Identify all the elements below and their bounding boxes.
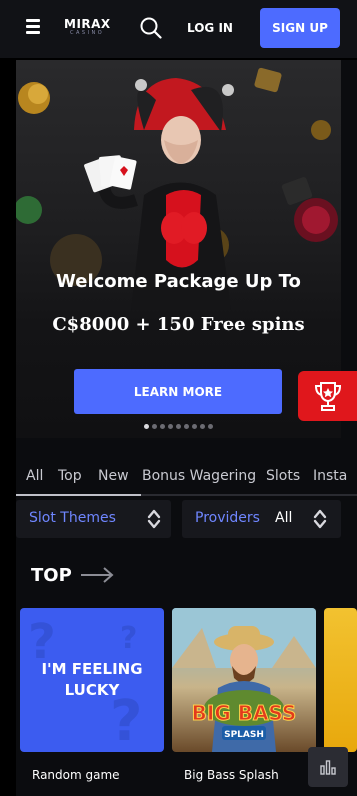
tabs-scroll-thumb[interactable]	[16, 494, 141, 496]
game-tile-partial[interactable]	[324, 608, 357, 752]
carousel-dot[interactable]	[200, 424, 205, 429]
tab-all[interactable]: All	[26, 468, 43, 484]
providers-value: All	[275, 510, 293, 526]
big-bass-artwork: BIG BASS SPLASH	[172, 608, 316, 752]
tournaments-tab[interactable]	[298, 371, 357, 421]
promo-title: Welcome Package Up To	[56, 271, 301, 292]
tab-slots[interactable]: Slots	[266, 468, 300, 484]
main-content: Welcome Package Up To C$8000 + 150 Free …	[16, 60, 357, 796]
sort-arrows-icon	[313, 509, 327, 529]
tab-bonus-wagering[interactable]: Bonus Wagering	[142, 468, 256, 484]
game-tile-random[interactable]: ? ? ? I'M FEELING LUCKY	[20, 608, 164, 752]
promo-banner[interactable]: Welcome Package Up To C$8000 + 150 Free …	[16, 60, 341, 438]
arrow-right-icon[interactable]	[80, 565, 114, 585]
providers-select[interactable]: Providers All	[182, 500, 341, 538]
tab-top[interactable]: Top	[58, 468, 82, 484]
game-tile-big-bass-splash[interactable]: BIG BASS SPLASH	[172, 608, 316, 752]
providers-label: Providers	[195, 510, 260, 526]
carousel-dot[interactable]	[152, 424, 157, 429]
game-name-big-bass-splash[interactable]: Big Bass Splash	[184, 768, 279, 782]
signup-button[interactable]: SIGN UP	[260, 8, 340, 48]
carousel-dot[interactable]	[208, 424, 213, 429]
learn-more-button[interactable]: LEARN MORE	[74, 369, 282, 414]
carousel-dot[interactable]	[160, 424, 165, 429]
search-icon[interactable]	[140, 17, 162, 39]
trophy-icon	[314, 382, 341, 411]
slot-themes-label: Slot Themes	[29, 510, 116, 526]
carousel-dot[interactable]	[168, 424, 173, 429]
logo-text: MIRAX	[64, 17, 111, 31]
lucky-tile-text: I'M FEELING LUCKY	[41, 660, 143, 699]
menu-icon[interactable]	[26, 19, 40, 34]
carousel-dots[interactable]	[16, 424, 341, 429]
tab-insta[interactable]: Insta	[313, 468, 347, 484]
big-bass-logo-top: BIG BASS	[192, 701, 297, 725]
big-bass-logo-bottom: SPLASH	[224, 730, 264, 740]
carousel-dot[interactable]	[176, 424, 181, 429]
bar-chart-icon	[320, 760, 336, 775]
sort-arrows-icon	[147, 509, 161, 529]
carousel-dot[interactable]	[184, 424, 189, 429]
carousel-dot[interactable]	[192, 424, 197, 429]
section-title[interactable]: TOP	[31, 565, 72, 586]
promo-subtitle: C$8000 + 150 Free spins	[52, 314, 305, 335]
svg-text:?: ?	[120, 621, 137, 656]
carousel-dot[interactable]	[144, 424, 149, 429]
slot-themes-select[interactable]: Slot Themes	[16, 500, 171, 538]
top-header: MIRAX CASINO LOG IN SIGN UP	[0, 0, 357, 58]
game-name-random[interactable]: Random game	[32, 768, 120, 782]
login-button[interactable]: LOG IN	[184, 8, 236, 48]
stats-button[interactable]	[308, 747, 348, 787]
tabs-scrollbar[interactable]	[16, 494, 357, 496]
tab-new[interactable]: New	[98, 468, 129, 484]
mirax-logo[interactable]: MIRAX CASINO	[64, 17, 112, 41]
